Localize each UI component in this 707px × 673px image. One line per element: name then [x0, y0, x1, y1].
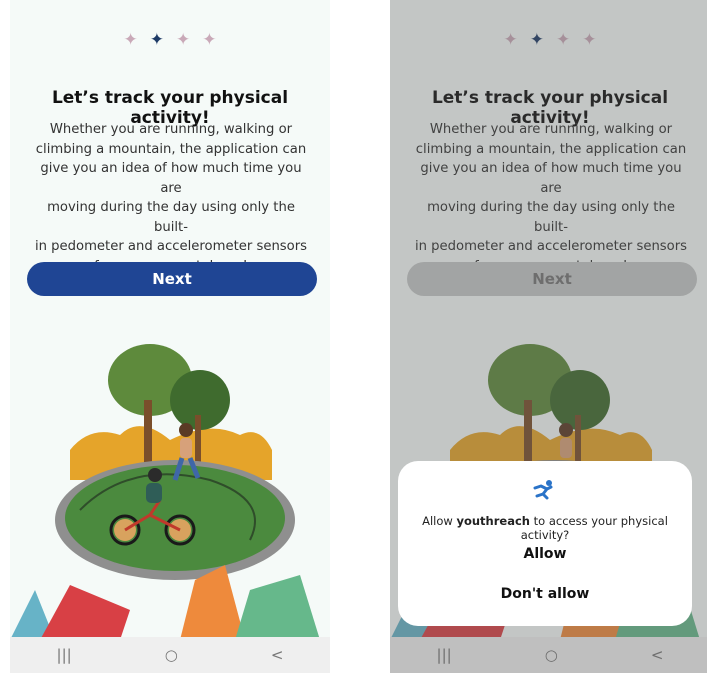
system-navigation-bar: ||| ○ < [10, 637, 330, 673]
description-text: Whether you are running, walking or clim… [34, 122, 308, 274]
permission-dialog: Allow youthreach to access your physical… [398, 461, 692, 626]
onboarding-screen: ✦ ✦ ✦ ✦ Let’s track your physical activi… [10, 0, 330, 673]
recent-apps-icon[interactable]: ||| [57, 646, 72, 664]
allow-button[interactable]: Allow [398, 546, 692, 562]
step-indicator: ✦ ✦ ✦ ✦ [10, 30, 330, 50]
activity-illustration [10, 344, 320, 640]
onboarding-screen-with-permission: ✦ ✦ ✦ ✦ Let’s track your physical activi… [390, 0, 707, 673]
running-person-icon [533, 480, 553, 500]
step-star-active-icon: ✦ [149, 30, 164, 50]
step-star-icon: ✦ [202, 30, 217, 50]
back-icon[interactable]: < [271, 646, 284, 664]
step-star-icon: ✦ [176, 30, 191, 50]
app-name: youthreach [456, 514, 530, 528]
home-icon[interactable]: ○ [165, 646, 178, 664]
permission-message: Allow youthreach to access your physical… [422, 514, 668, 542]
step-star-icon: ✦ [123, 30, 138, 50]
dont-allow-button[interactable]: Don't allow [398, 586, 692, 602]
next-button[interactable]: Next [27, 262, 317, 296]
